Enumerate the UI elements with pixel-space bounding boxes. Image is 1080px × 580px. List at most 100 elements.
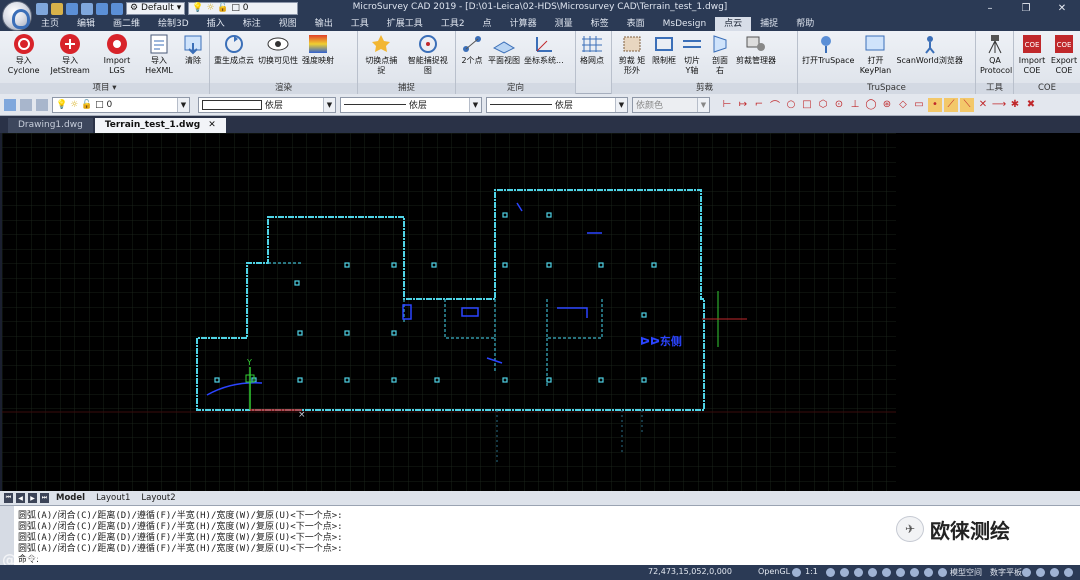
layout-tab-model[interactable]: Model <box>52 493 89 503</box>
close-button[interactable]: ✕ <box>1044 0 1080 17</box>
menu-tab[interactable]: 绘制3D <box>149 17 198 31</box>
open-keyplan-button[interactable]: 打开 KeyPlan <box>856 33 894 82</box>
menu-tab[interactable]: 标签 <box>582 17 618 31</box>
layout-tab-layout1[interactable]: Layout1 <box>92 493 134 503</box>
menu-tab[interactable]: 主页 <box>32 17 68 31</box>
grid-points-button[interactable]: 格网点 <box>578 33 606 82</box>
node-tool-icon[interactable]: ⊛ <box>880 98 894 112</box>
menu-tab[interactable]: 扩展工具 <box>378 17 432 31</box>
first-layout-icon[interactable]: ⏮ <box>4 493 13 503</box>
polygon-tool-icon[interactable]: ⬡ <box>816 98 830 112</box>
open-truspace-button[interactable]: 打开TruSpace <box>800 33 856 82</box>
ray-tool-icon[interactable]: ↦ <box>736 98 750 112</box>
otrack-toggle-icon[interactable] <box>896 568 905 577</box>
menu-tab[interactable]: 插入 <box>198 17 234 31</box>
clip-rect-outside-button[interactable]: 剪裁 矩形外 <box>614 33 650 82</box>
plan-view-button[interactable]: 平面视图 <box>486 33 522 82</box>
osnap-toggle-icon[interactable] <box>882 568 891 577</box>
menu-tab[interactable]: 帮助 <box>787 17 823 31</box>
import-cyclone-button[interactable]: 导入Cyclone <box>2 33 45 82</box>
layer-previous-icon[interactable] <box>36 98 48 111</box>
lock-icon[interactable] <box>826 568 835 577</box>
dynamic-input-icon[interactable] <box>938 568 947 577</box>
line-tool-icon[interactable]: ⊢ <box>720 98 734 112</box>
import-lgs-button[interactable]: Import LGS <box>95 33 139 82</box>
next-layout-icon[interactable]: ▶ <box>28 493 37 503</box>
last-layout-icon[interactable]: ⏭ <box>40 493 49 503</box>
menu-tab[interactable]: 点 <box>474 17 501 31</box>
slice-y-axis-button[interactable]: 切片 Y轴 <box>678 33 706 82</box>
tangent-tool-icon[interactable]: ◯ <box>864 98 878 112</box>
prev-layout-icon[interactable]: ◀ <box>16 493 25 503</box>
rectangle-tool-icon[interactable]: □ <box>800 98 814 112</box>
clip-manager-button[interactable]: 剪裁管理器 <box>734 33 778 82</box>
point-tool-icon[interactable]: ⊙ <box>832 98 846 112</box>
layer-manager-icon[interactable] <box>4 98 16 111</box>
section-right-button[interactable]: 剖面 右 <box>706 33 734 82</box>
settings-gear-icon[interactable] <box>1022 568 1031 577</box>
menu-tab[interactable]: 工具2 <box>432 17 474 31</box>
toggle-point-snap-button[interactable]: 切换点捕捉 <box>360 33 403 82</box>
circle-tool-icon[interactable]: ○ <box>784 98 798 112</box>
snap-nearest-icon[interactable]: ⟋ <box>944 97 958 112</box>
lineweight-select[interactable]: 依层 ▼ <box>486 96 628 113</box>
model-space-toggle[interactable]: 模型空间 <box>950 567 982 578</box>
layer-state-icon[interactable] <box>20 98 32 111</box>
linetype-select[interactable]: 依层 ▼ <box>340 96 482 113</box>
perpendicular-tool-icon[interactable]: ⊥ <box>848 98 862 112</box>
layout-tab-layout2[interactable]: Layout2 <box>137 493 179 503</box>
two-points-button[interactable]: 2个点 <box>458 33 486 82</box>
polar-toggle-icon[interactable] <box>868 568 877 577</box>
renderer-indicator[interactable]: OpenGL <box>758 567 790 576</box>
import-hexml-button[interactable]: 导入HeXML <box>139 33 179 82</box>
toggle-visibility-button[interactable]: 切换可见性 <box>256 33 300 82</box>
insertion-tool-icon[interactable]: ▭ <box>912 98 926 112</box>
menu-tab[interactable]: 输出 <box>306 17 342 31</box>
color-select[interactable]: 依层 ▼ <box>198 96 336 113</box>
menu-tab[interactable]: 捕捉 <box>751 17 787 31</box>
scanworld-browser-button[interactable]: ScanWorld浏览器 <box>894 33 964 82</box>
ortho-toggle-icon[interactable] <box>854 568 863 577</box>
doc-tab-terrain-test[interactable]: Terrain_test_1.dwg ✕ <box>94 118 226 133</box>
clean-screen-icon[interactable] <box>1036 568 1045 577</box>
status-menu-icon[interactable] <box>1064 568 1073 577</box>
digitizer-toggle[interactable]: 数字平板 <box>990 567 1022 578</box>
layer-select[interactable]: 💡 ☼ 🔓 □ 0 ▼ <box>52 96 190 113</box>
smart-snap-view-button[interactable]: 智能捕捉视图 <box>403 33 453 82</box>
menu-tab[interactable]: 点云 <box>715 17 752 31</box>
quadrant-tool-icon[interactable]: ◇ <box>896 98 910 112</box>
coordinate-system-button[interactable]: 坐标系统... <box>522 33 566 82</box>
tablet-toggle-icon[interactable] <box>924 568 933 577</box>
snap-point-icon[interactable]: • <box>928 97 942 112</box>
annotation-scale[interactable]: 1:1 <box>805 567 818 576</box>
minimize-button[interactable]: – <box>972 0 1008 17</box>
doc-tab-drawing1[interactable]: Drawing1.dwg <box>8 118 93 133</box>
menu-tab[interactable]: 计算器 <box>501 17 546 31</box>
arc-tool-icon[interactable]: ⌒ <box>768 98 782 112</box>
export-coe-button[interactable]: COE Export COE <box>1048 33 1080 82</box>
lineweight-toggle-icon[interactable] <box>910 568 919 577</box>
snap-extension-icon[interactable]: ⟶ <box>992 98 1006 112</box>
intensity-map-button[interactable]: 强度映射 <box>300 33 336 82</box>
snap-clear-icon[interactable]: ✖ <box>1024 98 1038 112</box>
import-jetstream-button[interactable]: 导入JetStream <box>45 33 95 82</box>
menu-tab[interactable]: 标注 <box>234 17 270 31</box>
clear-button[interactable]: 清除 <box>179 33 207 82</box>
menu-tab[interactable]: 表面 <box>618 17 654 31</box>
annotation-icon[interactable] <box>792 568 801 577</box>
snap-intersection-icon[interactable]: ⟍ <box>960 97 974 112</box>
menu-tab[interactable]: 视图 <box>270 17 306 31</box>
menu-tab[interactable]: 画二维 <box>104 17 149 31</box>
regen-pointcloud-button[interactable]: 重生成点云 <box>212 33 256 82</box>
close-icon[interactable]: ✕ <box>208 120 216 130</box>
grid-toggle-icon[interactable] <box>840 568 849 577</box>
limit-box-button[interactable]: 限制框 <box>650 33 678 82</box>
drawing-canvas[interactable]: ᐅᐅ东侧 Y × <box>2 133 896 491</box>
snap-settings-icon[interactable]: ✱ <box>1008 98 1022 112</box>
import-coe-button[interactable]: COE Import COE <box>1016 33 1048 82</box>
polyline-tool-icon[interactable]: ⌐ <box>752 98 766 112</box>
qa-protocol-button[interactable]: QA Protocol <box>978 33 1012 82</box>
menu-tab[interactable]: 编辑 <box>68 17 104 31</box>
app-menu-orb[interactable] <box>2 1 32 31</box>
menu-tab[interactable]: 工具 <box>342 17 378 31</box>
